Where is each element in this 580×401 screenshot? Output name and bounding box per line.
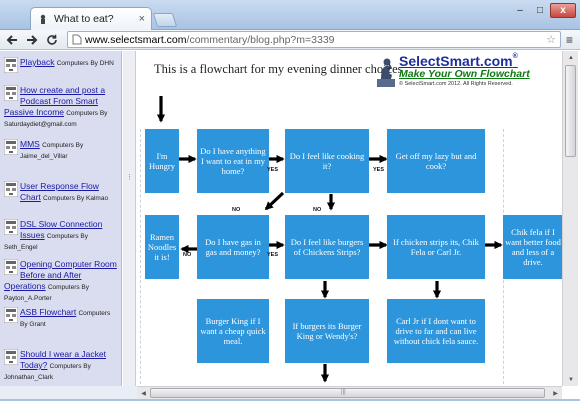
connector-label-yes: YES (267, 252, 279, 258)
reload-button[interactable] (43, 31, 61, 49)
back-arrow-icon (6, 34, 17, 45)
scroll-up-icon[interactable]: ▲ (563, 51, 579, 64)
flow-box-get-off: Get off my lazy but and cook? (387, 129, 485, 193)
url-path: /commentary/blog.php?m=3339 (186, 33, 335, 46)
flow-box-want-to-eat: Do I have anything I want to eat in my h… (197, 129, 269, 193)
flowchart-thumbnail-icon[interactable] (4, 219, 18, 235)
flowchart-thumbnail-icon[interactable] (4, 139, 18, 155)
close-window-button[interactable]: x (550, 3, 576, 18)
sidebar-link[interactable]: ASB Flowchart (20, 307, 76, 317)
scroll-grip-icon: ||| (341, 389, 346, 395)
sidebar-item: DSL Slow Connection Issues Computers By … (4, 219, 118, 253)
flowchart-thumbnail-icon[interactable] (4, 349, 18, 365)
vertical-scrollbar[interactable]: ▲ ▼ (562, 51, 578, 386)
flowchart-thumbnail-icon[interactable] (4, 181, 18, 197)
horizontal-scroll-thumb[interactable]: ||| (150, 388, 545, 398)
wrench-menu-icon[interactable]: ≡ (566, 33, 573, 47)
maximize-button[interactable]: □ (530, 3, 550, 18)
sidebar-item: Playback Computers By DHN (4, 57, 118, 73)
flow-box-feel-cooking: Do I feel like cooking it? (285, 129, 369, 193)
sidebar-author: Computers By DHN (56, 60, 114, 67)
sidebar-item: Should I wear a Jacket Today? Computers … (4, 349, 118, 383)
sidebar-author: Computers By Johnathan_Clark (4, 363, 91, 381)
vertical-scroll-thumb[interactable] (565, 65, 576, 157)
connector-label-yes: YES (267, 167, 279, 173)
browser-tab[interactable]: What to eat? × (30, 7, 152, 30)
scroll-down-icon[interactable]: ▼ (563, 373, 579, 386)
sidebar-author: Computers By Seth_Engel (4, 233, 88, 251)
flowchart-thumbnail-icon[interactable] (4, 307, 18, 323)
flow-box-chik-fela: Chik fela if I want better food and less… (503, 215, 562, 279)
sidebar-link[interactable]: MMS (20, 139, 40, 149)
sidebar-item: How create and post a Podcast From Smart… (4, 85, 118, 130)
flow-box-burger-king: Burger King if I want a cheap quick meal… (197, 299, 269, 363)
flowchart-thumbnail-icon[interactable] (4, 85, 18, 101)
connector-label-yes: YES (373, 167, 385, 173)
reload-icon (47, 34, 57, 45)
flow-box-gas-money: Do I have gas in gas and money? (197, 215, 269, 279)
sidebar-item: MMS Computers By Jaime_del_Villar (4, 139, 118, 162)
url-domain: www.selectsmart.com (85, 33, 187, 46)
minimize-button[interactable]: – (510, 3, 530, 18)
frame-splitter[interactable]: ⋮ (123, 51, 136, 386)
connector-label-no: NO (313, 207, 322, 213)
flowchart-thumbnail-icon[interactable] (4, 57, 18, 73)
tab-close-icon[interactable]: × (139, 13, 145, 25)
flowchart-thumbnail-icon[interactable] (4, 259, 18, 275)
flow-box-bk-wendys: If burgers its Burger King or Wendy's? (285, 299, 369, 363)
related-flowcharts-sidebar: Playback Computers By DHN How create and… (0, 51, 122, 386)
title-bar: What to eat? × – □ x (0, 0, 580, 30)
sidebar-author: Computers By Kalmao (43, 195, 109, 202)
sidebar-link[interactable]: Playback (20, 57, 55, 67)
connector-label-no: NO (232, 207, 241, 213)
scroll-left-icon[interactable]: ◀ (137, 387, 150, 399)
forward-button[interactable] (23, 31, 41, 49)
back-button[interactable] (3, 31, 21, 49)
arrow-want-to-gas (264, 191, 285, 211)
browser-toolbar: www.selectsmart.com/commentary/blog.php?… (0, 30, 580, 50)
page-icon (72, 34, 82, 45)
bookmark-star-icon[interactable]: ☆ (546, 33, 556, 46)
connector-label-no: NO (183, 252, 192, 258)
new-tab-button[interactable] (152, 13, 178, 27)
horizontal-scrollbar[interactable]: ◀ ||| ▶ (137, 386, 562, 399)
sidebar-item: Opening Computer Room Before and After O… (4, 259, 118, 304)
splitter-grip-icon[interactable]: ⋮ (126, 173, 133, 185)
sidebar-item: ASB Flowchart Computers By Grant (4, 307, 118, 330)
flowchart-page: This is a flowchart for my evening dinne… (137, 51, 562, 386)
flow-box-hungry: I'm Hungry (145, 129, 179, 193)
sidebar-item: User Response Flow Chart Computers By Ka… (4, 181, 118, 204)
tab-title: What to eat? (54, 13, 114, 25)
address-bar[interactable]: www.selectsmart.com/commentary/blog.php?… (67, 31, 561, 48)
flow-box-burgers-strips: Do I feel like burgers of Chickens Strip… (285, 215, 369, 279)
flow-box-carl-jr: Carl Jr if I dont want to drive to far a… (387, 299, 485, 363)
flow-box-chicken-strips: If chicken strips its, Chik Fela or Carl… (387, 215, 485, 279)
forward-arrow-icon (27, 34, 38, 45)
page-favicon-icon (40, 14, 46, 24)
scroll-right-icon[interactable]: ▶ (549, 387, 562, 399)
flow-box-ramen: Ramen Noodles it is! (145, 215, 179, 279)
